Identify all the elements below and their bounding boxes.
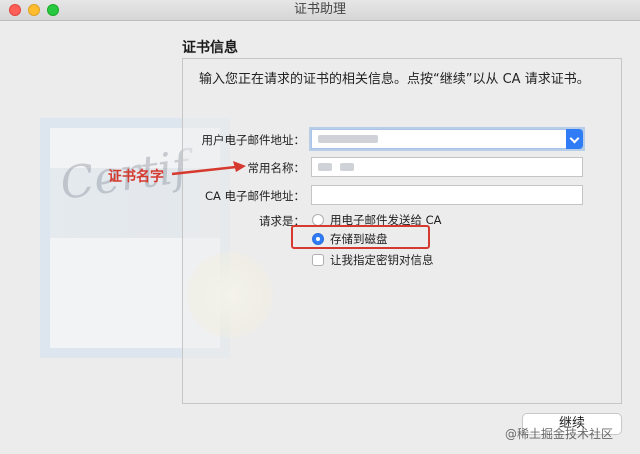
instructions-text: 输入您正在请求的证书的相关信息。点按“继续”以从 CA 请求证书。 [199, 72, 590, 87]
redacted-value [339, 163, 354, 171]
redacted-value [318, 135, 378, 143]
ca-email-label: CA 电子邮件地址： [204, 189, 305, 203]
redacted-value [318, 163, 332, 171]
option-specify-key-pair-label: 让我指定密钥对信息 [330, 253, 434, 267]
annotation-highlight-box [291, 225, 430, 249]
annotation-arrow-icon [171, 161, 246, 176]
annotation-label: 证书名字 [108, 169, 164, 185]
section-heading: 证书信息 [182, 40, 238, 56]
title-bar: 证书助理 [0, 0, 640, 21]
chevron-down-icon[interactable] [566, 129, 583, 149]
user-email-select[interactable] [311, 129, 583, 149]
watermark: @稀土掘金技术社区 [505, 427, 614, 441]
window-title: 证书助理 [293, 2, 346, 17]
common-name-field[interactable] [311, 157, 583, 177]
checkbox-specify-key-pair[interactable] [312, 254, 324, 266]
user-email-label: 用户电子邮件地址： [201, 133, 306, 147]
ca-email-field[interactable] [311, 185, 583, 205]
